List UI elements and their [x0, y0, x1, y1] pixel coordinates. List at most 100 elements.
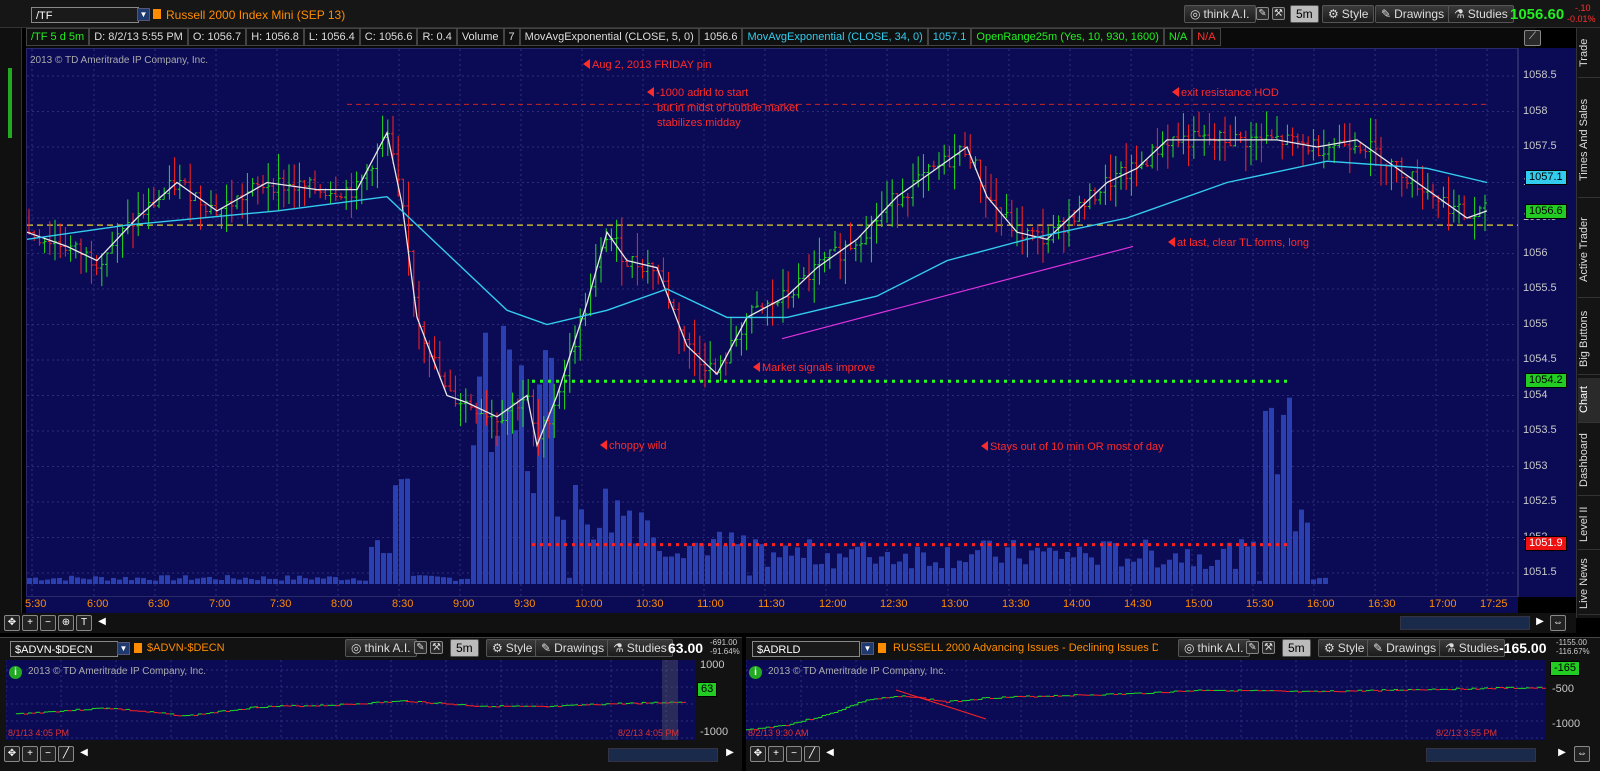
annotation-adrld-start: -1000 adrld to start [647, 86, 748, 100]
price-tick: 1055 [1523, 318, 1548, 330]
scroll-left-icon[interactable]: ◀ [76, 746, 92, 762]
scroll-left-icon[interactable]: ◀ [822, 746, 838, 762]
scroll-right-icon[interactable]: ▶ [722, 746, 738, 762]
chevron-down-icon[interactable]: ▼ [117, 642, 130, 655]
volume-bar [1143, 539, 1148, 584]
think-ai-button[interactable]: ◎ think A.I. [1178, 639, 1250, 657]
tab-dashboard[interactable]: Dashboard [1578, 426, 1600, 496]
tools-icon[interactable]: ✎ [1256, 7, 1269, 20]
volume-bar [1209, 566, 1214, 584]
tools-icon[interactable]: ✎ [1246, 641, 1259, 654]
adv-dec-scrollbar[interactable] [608, 748, 718, 762]
tab-live-news[interactable]: Live News [1578, 553, 1600, 615]
studies-button[interactable]: ⚗ Studies [607, 639, 673, 657]
style-button[interactable]: ⚙ Style [486, 639, 539, 657]
wrench-icon[interactable]: ⚒ [1262, 641, 1275, 654]
zoom-in-icon[interactable]: + [22, 615, 38, 631]
volume-bar [915, 546, 920, 584]
zoom-in-icon[interactable]: + [768, 746, 784, 762]
pan-icon[interactable]: ✥ [750, 746, 766, 762]
info-icon[interactable]: i [749, 666, 762, 679]
think-ai-button[interactable]: ◎ think A.I. [345, 639, 417, 657]
zoom-in-icon[interactable]: + [22, 746, 38, 762]
adv-dec-symbol-input[interactable]: $ADVN-$DECN [10, 641, 118, 657]
tab-big-buttons[interactable]: Big Buttons [1578, 303, 1600, 375]
chevron-down-icon[interactable]: ▼ [137, 8, 150, 21]
volume-bar [273, 578, 278, 584]
expand-icon[interactable]: ⇔ [1550, 615, 1566, 631]
pan-icon[interactable]: ✥ [4, 615, 20, 631]
tab-active-trader[interactable]: Active Trader [1578, 203, 1600, 298]
volume-bar [405, 478, 410, 584]
studies-button[interactable]: ⚗ Studies [1439, 639, 1505, 657]
think-ai-button[interactable]: ◎ think A.I. [1184, 5, 1256, 23]
adv-dec-ytick: -1000 [700, 726, 729, 738]
style-button[interactable]: ⚙ Style [1322, 5, 1375, 23]
symbol-input[interactable]: /TF [31, 7, 139, 23]
volume-bar [441, 577, 446, 584]
tab-times-and-sales[interactable]: Times And Sales [1578, 83, 1600, 198]
zoom-out-icon[interactable]: − [40, 746, 56, 762]
volume-bar [531, 493, 536, 584]
volume-bar [693, 542, 698, 584]
tools-icon[interactable]: ✎ [414, 641, 427, 654]
volume-bar [429, 575, 434, 584]
drawings-button[interactable]: ✎ Drawings [535, 639, 611, 657]
wrench-icon[interactable]: ⚒ [1272, 7, 1285, 20]
line-tool-icon[interactable]: ╱ [804, 746, 820, 762]
volume-bar [489, 452, 494, 584]
drawings-button[interactable]: ✎ Drawings [1375, 5, 1451, 23]
style-button[interactable]: ⚙ Style [1318, 639, 1371, 657]
price-axis[interactable]: 1058.5 1058 1057.5 1057 1056.5 1056 1055… [1518, 48, 1576, 597]
cursor-icon[interactable]: ⊕ [58, 615, 74, 631]
volume-bar [165, 575, 170, 584]
annotation-bubble-market: but in midst of bubble market [657, 102, 799, 114]
adrld-chart[interactable]: i 2013 © TD Ameritrade IP Company, Inc. … [746, 660, 1546, 740]
drawings-button[interactable]: ✎ Drawings [1367, 639, 1443, 657]
tab-trade[interactable]: Trade [1578, 28, 1600, 78]
time-tick: 5:30 [25, 598, 47, 610]
adrld-symbol-input[interactable]: $ADRLD [752, 641, 860, 657]
zoom-out-icon[interactable]: − [40, 615, 56, 631]
volume-bar [111, 578, 116, 584]
text-icon[interactable]: T [76, 615, 92, 631]
expand-icon[interactable]: ⇔ [1574, 746, 1590, 762]
tab-chart[interactable]: Chart [1578, 378, 1600, 423]
volume-bar [153, 580, 158, 584]
volume-bar [1041, 551, 1046, 584]
period-button[interactable]: 5m [1282, 639, 1311, 657]
main-scrollbar[interactable] [1400, 616, 1530, 630]
scroll-left-icon[interactable]: ◀ [94, 615, 110, 631]
main-chart[interactable]: 2013 © TD Ameritrade IP Company, Inc. Au… [26, 48, 1519, 598]
studies-button[interactable]: ⚗ Studies [1448, 5, 1514, 23]
volume-bar [903, 553, 908, 584]
adv-dec-chart[interactable]: i 2013 © TD Ameritrade IP Company, Inc. … [6, 660, 696, 740]
period-button[interactable]: 5m [1290, 5, 1319, 23]
line-tool-icon[interactable]: ╱ [58, 746, 74, 762]
info-icon[interactable]: i [9, 666, 22, 679]
wrench-icon[interactable]: ⚒ [430, 641, 443, 654]
time-tick: 17:00 [1429, 598, 1457, 610]
volume-bar [45, 579, 50, 584]
volume-bar [927, 565, 932, 584]
pan-icon[interactable]: ✥ [4, 746, 20, 762]
last-price: 1056.60 [1510, 6, 1565, 23]
adrld-scrollbar[interactable] [1426, 748, 1536, 762]
volume-bar [819, 563, 824, 584]
adrld-xstart: 8/2/13 9:30 AM [748, 728, 809, 738]
volume-bar [591, 539, 596, 584]
scroll-right-icon[interactable]: ▶ [1532, 615, 1548, 631]
tab-level-ii[interactable]: Level II [1578, 500, 1600, 550]
think-icon: ◎ [1190, 7, 1201, 21]
scroll-right-icon[interactable]: ▶ [1554, 746, 1570, 762]
volume-bar [1161, 564, 1166, 584]
period-button[interactable]: 5m [450, 639, 479, 657]
chevron-down-icon[interactable]: ▼ [861, 642, 874, 655]
volume-bar [1191, 566, 1196, 584]
chart-mode-icon[interactable]: ⟋ [1524, 30, 1541, 46]
volume-bar [279, 580, 284, 584]
info-range: R: 0.4 [417, 28, 457, 46]
info-symbol: /TF 5 d 5m [26, 28, 90, 46]
volume-bar [741, 535, 746, 584]
zoom-out-icon[interactable]: − [786, 746, 802, 762]
